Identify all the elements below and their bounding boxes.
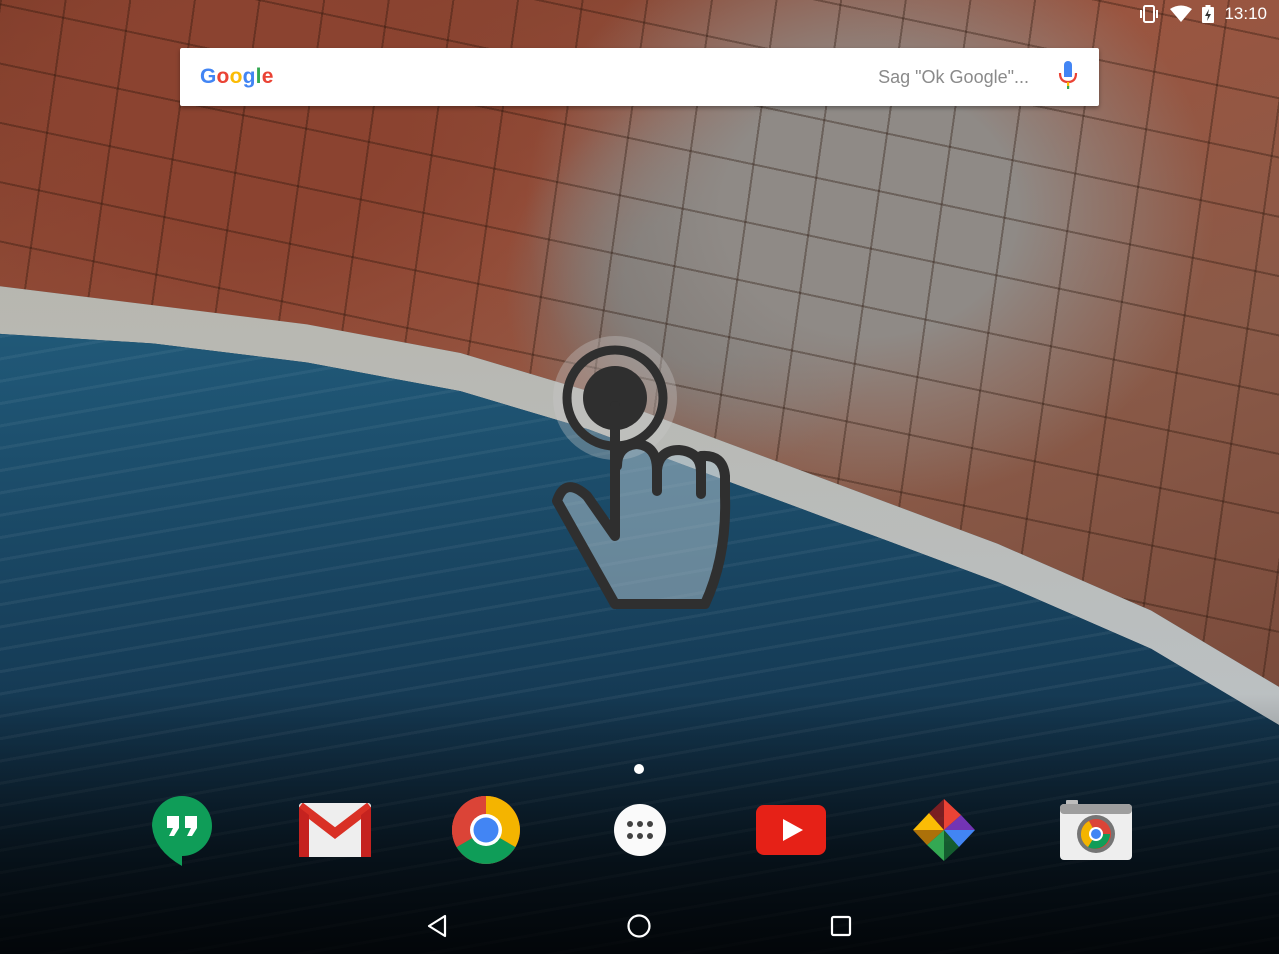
gmail-icon — [299, 803, 371, 857]
app-drawer-icon — [614, 804, 666, 856]
logo-letter: o — [229, 65, 243, 88]
app-drawer-button[interactable] — [600, 790, 680, 870]
tap-gesture-icon — [552, 336, 731, 609]
recents-icon — [830, 915, 852, 937]
status-time: 13:10 — [1224, 4, 1267, 23]
camera-icon — [1060, 800, 1132, 860]
app-dock — [0, 790, 1279, 870]
page-indicator-dot — [634, 764, 644, 774]
vibrate-icon — [1138, 5, 1160, 23]
logo-letter: o — [216, 65, 230, 88]
chrome-icon — [452, 796, 520, 864]
search-placeholder[interactable]: Sag "Ok Google"... — [878, 67, 1029, 88]
camera-app[interactable] — [1056, 790, 1136, 870]
chrome-app[interactable] — [446, 790, 526, 870]
status-bar: 13:10 — [0, 0, 1279, 28]
google-search-bar[interactable]: Google Sag "Ok Google"... — [180, 48, 1099, 106]
home-icon — [627, 914, 651, 938]
youtube-app[interactable] — [751, 790, 831, 870]
photos-icon — [913, 799, 975, 861]
recents-button[interactable] — [817, 906, 865, 946]
youtube-icon — [756, 805, 826, 855]
photos-app[interactable] — [904, 790, 984, 870]
home-button[interactable] — [615, 906, 663, 946]
back-icon — [427, 914, 447, 938]
logo-letter: e — [261, 65, 274, 88]
hangouts-app[interactable] — [142, 790, 222, 870]
google-logo[interactable]: Google — [200, 65, 274, 89]
hangouts-icon — [152, 796, 212, 866]
wifi-icon — [1170, 5, 1193, 23]
mic-icon[interactable] — [1057, 59, 1079, 96]
gmail-app[interactable] — [295, 790, 375, 870]
back-button[interactable] — [413, 906, 461, 946]
logo-letter: g — [242, 65, 256, 88]
battery-charging-icon — [1202, 5, 1215, 23]
navigation-bar — [0, 898, 1279, 954]
logo-letter: G — [200, 65, 217, 88]
